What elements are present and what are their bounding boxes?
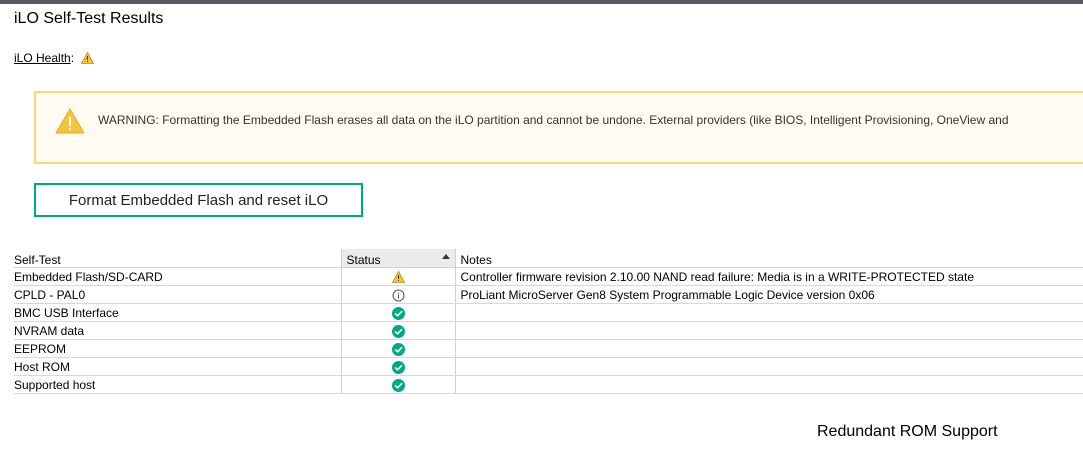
warning-icon	[81, 51, 95, 67]
status-cell	[340, 267, 456, 286]
column-header-selftest[interactable]: Self-Test	[14, 249, 341, 268]
table-row: BMC USB Interface	[14, 303, 1083, 322]
status-cell	[340, 375, 456, 394]
page-title: iLO Self-Test Results	[14, 10, 164, 27]
check-circle-icon	[391, 360, 405, 374]
status-cell	[340, 339, 456, 358]
format-flash-button[interactable]: Format Embedded Flash and reset iLO	[34, 183, 363, 217]
self-test-name: CPLD - PAL0	[14, 285, 341, 304]
self-test-name: Host ROM	[14, 357, 341, 376]
table-row: Supported host	[14, 375, 1083, 394]
table-row: Embedded Flash/SD-CARD Controller firmwar…	[14, 267, 1083, 286]
notes-cell	[455, 339, 1083, 358]
check-circle-icon	[391, 342, 405, 356]
status-cell	[340, 357, 456, 376]
status-cell	[340, 285, 456, 304]
notes-cell: ProLiant MicroServer Gen8 System Program…	[455, 285, 1083, 304]
self-test-name: EEPROM	[14, 339, 341, 358]
self-test-name: NVRAM data	[14, 321, 341, 340]
status-cell	[340, 303, 456, 322]
info-icon	[392, 289, 405, 302]
status-cell	[340, 321, 456, 340]
table-row: NVRAM data	[14, 321, 1083, 340]
redundant-rom-heading: Redundant ROM Support	[817, 423, 998, 440]
table-row: EEPROM	[14, 339, 1083, 358]
check-circle-icon	[391, 324, 405, 338]
table-row: CPLD - PAL0 ProLiant MicroServer Gen8 Sys…	[14, 285, 1083, 304]
self-test-table: Self-Test Status Notes Embedded Flash/SD…	[14, 249, 1083, 394]
warning-text: WARNING: Formatting the Embedded Flash e…	[98, 113, 1009, 127]
notes-cell: Controller firmware revision 2.10.00 NAN…	[455, 267, 1083, 286]
check-circle-icon	[391, 378, 405, 392]
top-bar	[0, 0, 1083, 4]
column-header-status[interactable]: Status	[340, 249, 456, 268]
warning-icon	[391, 270, 405, 284]
notes-cell	[455, 375, 1083, 394]
self-test-name: Supported host	[14, 375, 341, 394]
warning-icon	[55, 108, 85, 139]
status-header-label: Status	[346, 253, 381, 267]
warning-banner: WARNING: Formatting the Embedded Flash e…	[34, 91, 1083, 164]
notes-cell	[455, 303, 1083, 322]
self-test-name: Embedded Flash/SD-CARD	[14, 267, 341, 286]
health-separator: :	[70, 51, 75, 65]
column-header-notes[interactable]: Notes	[455, 249, 1083, 268]
check-circle-icon	[391, 306, 405, 320]
sort-ascending-icon	[441, 254, 450, 259]
table-row: Host ROM	[14, 357, 1083, 376]
ilo-health: iLO Health:	[14, 51, 95, 67]
table-header-row: Self-Test Status Notes	[14, 249, 1083, 268]
ilo-health-link[interactable]: iLO Health	[14, 51, 71, 65]
notes-cell	[455, 321, 1083, 340]
notes-cell	[455, 357, 1083, 376]
self-test-name: BMC USB Interface	[14, 303, 341, 322]
